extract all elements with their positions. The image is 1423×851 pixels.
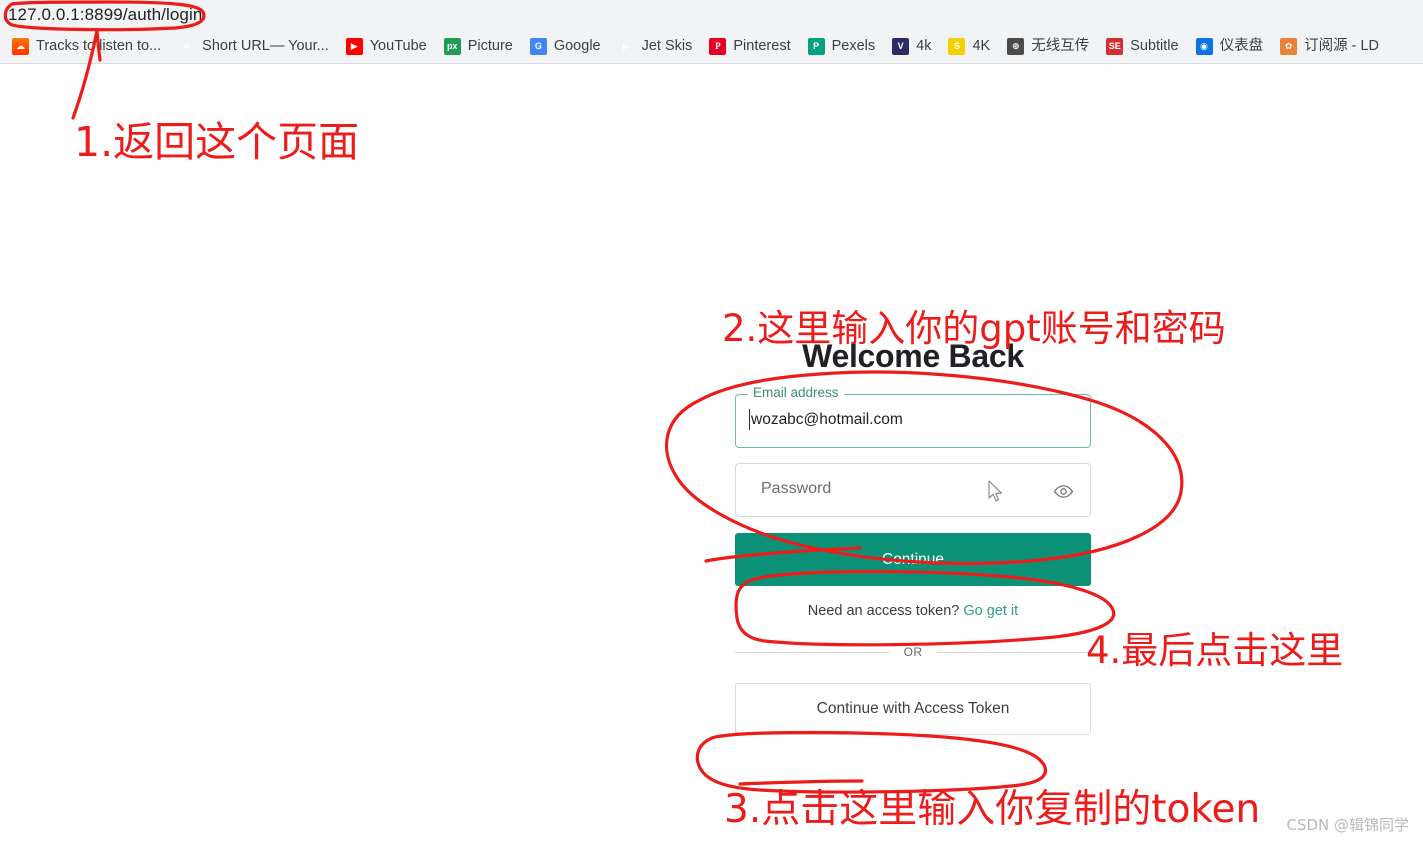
address-bar[interactable]: 127.0.0.1:8899/auth/login (8, 2, 202, 28)
continue-with-access-token-button[interactable]: Continue with Access Token (735, 683, 1091, 735)
bookmark-item[interactable]: ✿ 订阅源 - LD (1280, 37, 1380, 55)
or-divider-label: OR (903, 645, 923, 659)
bookmark-item[interactable]: ▶ Jet Skis (618, 38, 693, 55)
bookmark-item[interactable]: ☁ Tracks to listen to... (12, 37, 162, 55)
soundcloud-icon: ☁ (12, 37, 29, 55)
bookmark-label: 仪表盘 (1219, 37, 1264, 54)
bookmark-item[interactable]: ◉ 仪表盘 (1195, 37, 1264, 55)
go-get-it-link[interactable]: Go get it (963, 603, 1018, 619)
annotation-token-underline (738, 779, 864, 786)
bookmark-label: Subtitle (1130, 37, 1179, 54)
bookmark-label: Pinterest (733, 37, 791, 54)
eye-icon[interactable] (1053, 481, 1074, 502)
access-token-prompt-text: Need an access token? (807, 603, 960, 619)
bookmark-label: Pexels (831, 37, 876, 54)
bookmark-label: 4k (916, 37, 932, 54)
bookmark-item[interactable]: ▶ YouTube (345, 37, 427, 55)
pinterest-icon: P (709, 37, 727, 55)
browser-chrome: 127.0.0.1:8899/auth/login ☁ Tracks to lis… (0, 0, 1423, 64)
bookmark-item[interactable]: S 4K (948, 37, 991, 55)
pexels-px-icon: px (443, 37, 461, 55)
annotation-token-ellipse (695, 730, 1048, 794)
globe-icon: ⊕ (1007, 37, 1025, 55)
continue-with-access-token-label: Continue with Access Token (816, 700, 1010, 717)
bookmark-label: Google (553, 37, 601, 54)
bookmark-item[interactable]: px Picture (443, 37, 513, 55)
v-icon: V (892, 37, 910, 55)
csdn-watermark: CSDN @辑锦同学 (1286, 816, 1409, 834)
divider-line-right (937, 651, 1091, 653)
bookmark-item[interactable]: V 4k (892, 37, 932, 55)
s-badge-icon: S (948, 37, 966, 55)
bookmarks-bar: ☁ Tracks to listen to... ∞ Short URL— Your.… (12, 31, 1396, 61)
email-field-value: wozabc@hotmail.com (751, 411, 903, 428)
annotation-step-4: 4.最后点击这里 (1086, 629, 1344, 672)
screenshot-root: 127.0.0.1:8899/auth/login ☁ Tracks to lis… (0, 0, 1423, 851)
bookmark-item[interactable]: P Pinterest (709, 37, 791, 55)
bookmark-item[interactable]: ⊕ 无线互传 (1007, 37, 1090, 55)
bookmark-item[interactable]: P Pexels (807, 37, 876, 55)
google-icon: G (529, 37, 547, 55)
bookmark-label: 无线互传 (1031, 37, 1090, 54)
text-caret (749, 409, 750, 430)
password-field[interactable]: Password (735, 463, 1091, 517)
bookmark-label: YouTube (369, 37, 427, 54)
bookmark-label: Picture (467, 37, 513, 54)
bookmark-label: Jet Skis (641, 37, 693, 54)
bookmark-item[interactable]: ∞ Short URL— Your... (178, 37, 329, 55)
bookmark-label: Short URL— Your... (202, 37, 329, 54)
annotation-step-2: 2.这里输入你的gpt账号和密码 (722, 307, 1226, 350)
subtitle-icon: SE (1106, 37, 1124, 55)
dashboard-icon: ◉ (1195, 37, 1213, 55)
password-field-placeholder: Password (761, 480, 832, 497)
login-card: Welcome Back Email address wozabc@hotmai… (735, 340, 1091, 735)
bookmark-label: 订阅源 - LD (1304, 37, 1380, 54)
or-divider: OR (735, 645, 1091, 659)
email-field[interactable]: Email address wozabc@hotmail.com (735, 386, 1091, 448)
bookmark-label: 4K (972, 37, 991, 54)
continue-button-label: Continue (881, 550, 945, 568)
pexels-icon: P (807, 37, 825, 55)
play-icon: ▶ (622, 40, 630, 51)
access-token-prompt: Need an access token? Go get it (735, 603, 1091, 619)
link-icon: ∞ (183, 40, 190, 51)
continue-button[interactable]: Continue (735, 533, 1091, 586)
youtube-icon: ▶ (345, 37, 363, 55)
rss-icon: ✿ (1280, 37, 1298, 55)
bookmark-item[interactable]: G Google (529, 37, 601, 55)
address-bar-url: 127.0.0.1:8899/auth/login (8, 5, 203, 24)
annotation-step-1: 1.返回这个页面 (74, 118, 360, 166)
divider-line-left (735, 651, 889, 653)
email-field-label: Email address (748, 386, 844, 400)
bookmark-label: Tracks to listen to... (36, 37, 162, 54)
annotation-step-3: 3.点击这里输入你复制的token (724, 787, 1261, 832)
bookmark-item[interactable]: SE Subtitle (1106, 37, 1179, 55)
